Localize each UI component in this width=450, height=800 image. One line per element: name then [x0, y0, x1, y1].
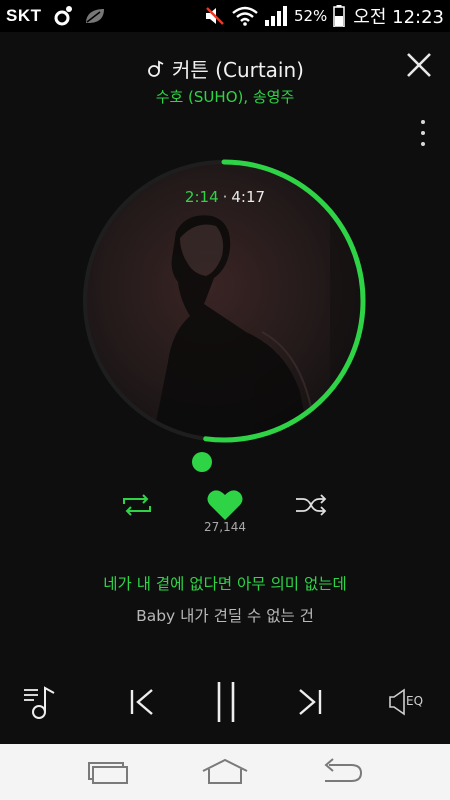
- lyric-current-line[interactable]: 네가 내 곁에 없다면 아무 의미 없는데: [0, 572, 450, 594]
- system-navigation-bar: [0, 744, 450, 800]
- seek-thumb[interactable]: [192, 452, 212, 472]
- next-icon[interactable]: [292, 682, 326, 722]
- elapsed-time: 2:14: [184, 188, 219, 206]
- leaf-icon: [85, 9, 104, 23]
- eq-label: EQ: [406, 694, 424, 708]
- playlist-icon[interactable]: [22, 682, 66, 722]
- back-icon[interactable]: [317, 757, 367, 787]
- equalizer-button[interactable]: EQ: [386, 682, 434, 722]
- status-bar: SKT 52% 오전 12:23: [0, 0, 450, 32]
- music-player: 커튼 (Curtain) 수호 (SUHO), 송영주 2:14 · 4:17 …: [0, 32, 450, 744]
- battery-icon: [333, 5, 346, 27]
- repeat-icon[interactable]: [120, 492, 154, 518]
- mute-icon: [205, 7, 224, 25]
- previous-icon[interactable]: [126, 682, 160, 722]
- carrier-label: SKT: [6, 6, 42, 25]
- wifi-icon: [232, 6, 258, 26]
- time-display: 2:14 · 4:17: [0, 188, 450, 206]
- transport-controls: EQ: [0, 672, 450, 732]
- clock: 오전 12:23: [353, 7, 444, 28]
- shuffle-icon[interactable]: [294, 492, 328, 518]
- like-count: 27,144: [204, 520, 246, 534]
- album-art-progress: [83, 159, 366, 472]
- heart-icon[interactable]: [206, 488, 244, 522]
- home-icon[interactable]: [200, 757, 250, 787]
- lyric-next-line[interactable]: Baby 내가 견딜 수 없는 건: [0, 604, 450, 626]
- total-duration: 4:17: [231, 188, 266, 206]
- pause-icon[interactable]: [212, 680, 240, 724]
- music-note-status-icon: [54, 6, 72, 26]
- recent-apps-icon[interactable]: [83, 757, 133, 787]
- battery-percent: 52%: [293, 7, 328, 25]
- signal-icon: [264, 6, 287, 26]
- time-separator: ·: [222, 188, 228, 206]
- equalizer-speaker-icon: [389, 688, 405, 716]
